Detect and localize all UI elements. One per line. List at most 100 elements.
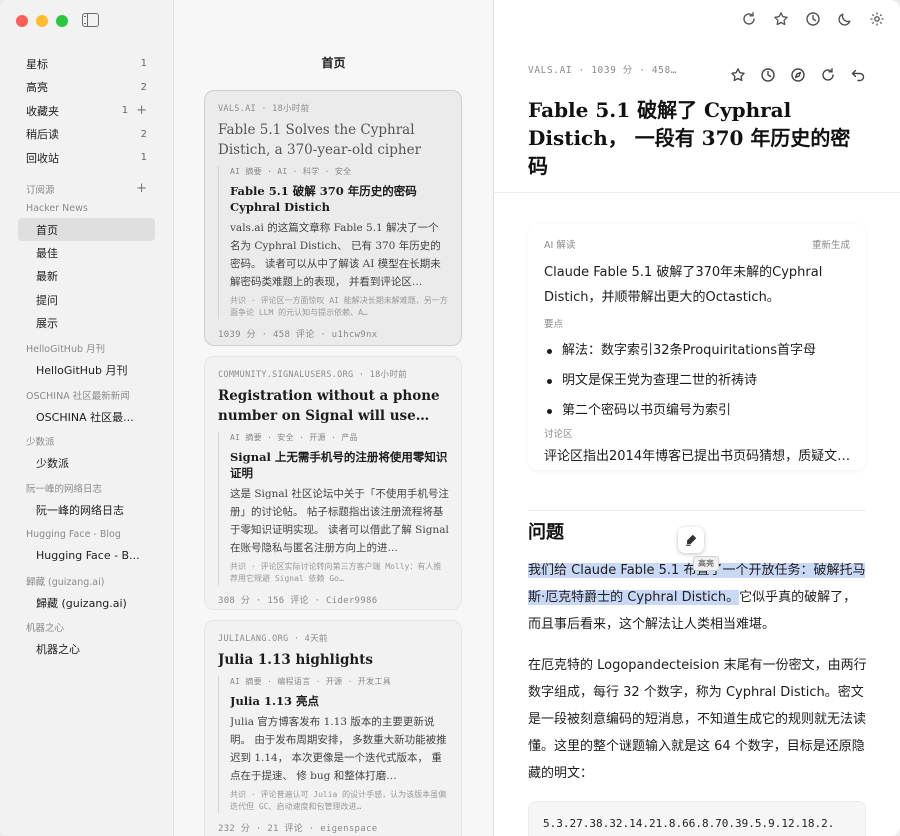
feed-item-oschina[interactable]: OSCHINA 社区最... (18, 405, 155, 428)
group-title[interactable]: Hacker News (18, 198, 155, 218)
window-toolbar (741, 11, 885, 27)
list-title: 首页 (321, 56, 346, 70)
clock-icon[interactable] (805, 11, 821, 27)
feed-item-hn-best[interactable]: 最佳 (18, 241, 155, 264)
app-window: 星标 1 高亮 2 收藏夹 1 + 稍后读 2 回收站 1 订阅源 + Hack… (0, 0, 900, 836)
feed-group-oschina: OSCHINA 社区最新新闻 OSCHINA 社区最... (18, 385, 155, 428)
ai-panel-label: AI 解读 (544, 240, 576, 251)
divider (494, 192, 900, 193)
feed-item-hn-ask[interactable]: 提问 (18, 288, 155, 311)
refresh-icon[interactable] (820, 67, 836, 83)
compass-icon[interactable] (790, 67, 806, 83)
nav-label: 收藏夹 (26, 104, 59, 118)
feed-group-ruanyifeng: 阮一峰的网络日志 阮一峰的网络日志 (18, 478, 155, 521)
card-tags: AI 摘要 · 编程语言 · 开源 · 开发工具 (230, 677, 391, 686)
nav-count: 1 (140, 58, 147, 70)
ai-comments-text: 评论区指出2014年博客已提出书页码猜想，质疑文… (544, 449, 851, 464)
article-card[interactable]: COMMUNITY.SIGNALUSERS.ORG · 18小时前 Regist… (204, 356, 462, 610)
star-icon[interactable] (773, 11, 789, 27)
feed-item-hn-new[interactable]: 最新 (18, 265, 155, 288)
group-title[interactable]: 阮一峰的网络日志 (18, 478, 155, 498)
card-stats: 1039 分 · 458 评论 · u1hcw9nx (218, 330, 378, 340)
sidebar: 星标 1 高亮 2 收藏夹 1 + 稍后读 2 回收站 1 订阅源 + Hack… (0, 0, 174, 836)
group-title[interactable]: OSCHINA 社区最新新闻 (18, 385, 155, 405)
card-comment-consensus: 共识 · 评论区实际讨论转向第三方客户端 Molly：有人推荐用它规避 Sign… (230, 562, 442, 583)
group-title[interactable]: HelloGitHub 月刊 (18, 338, 155, 358)
zoom-window-button[interactable] (56, 15, 68, 27)
nav-item-starred[interactable]: 星标 1 (18, 52, 155, 76)
highlighter-icon (686, 534, 697, 546)
add-collection-icon[interactable]: + (136, 104, 147, 117)
feed-item-hellogithub[interactable]: HelloGitHub 月刊 (18, 358, 155, 381)
clock-icon[interactable] (760, 67, 776, 83)
ai-point: 解法：数字索引32条Proquiritations首字母 (544, 336, 850, 366)
feed-group-guizang: 歸藏 (guizang.ai) 歸藏 (guizang.ai) (18, 571, 155, 614)
nav-count: 2 (140, 128, 147, 140)
nav-item-collections[interactable]: 收藏夹 1 + (18, 99, 155, 123)
article-card[interactable]: JULIALANG.ORG · 4天前 Julia 1.13 highlight… (204, 620, 462, 836)
article-meta: VALS.AI · 1039 分 · 458… (528, 65, 678, 76)
card-title: Fable 5.1 Solves the Cyphral Distich, a … (218, 122, 422, 158)
card-source: JULIALANG.ORG · 4天前 (218, 634, 328, 644)
feed-item-guizang[interactable]: 歸藏 (guizang.ai) (18, 591, 155, 614)
group-title[interactable]: 歸藏 (guizang.ai) (18, 571, 155, 591)
star-icon[interactable] (730, 67, 746, 83)
card-ai-summary: AI 摘要 · 安全 · 开源 · 产品 Signal 上无需手机号的注册将使用… (218, 432, 449, 585)
card-source: COMMUNITY.SIGNALUSERS.ORG · 18小时前 (218, 370, 407, 380)
nav-label: 回收站 (26, 151, 59, 165)
moon-icon[interactable] (837, 11, 853, 27)
section-heading: 问题 (528, 522, 564, 543)
gear-icon[interactable] (869, 11, 885, 27)
add-subscription-icon[interactable]: + (136, 182, 147, 195)
article-list: 首页 VALS.AI · 18小时前 Fable 5.1 Solves the … (175, 0, 492, 836)
close-window-button[interactable] (16, 15, 28, 27)
card-ai-title: Fable 5.1 破解 370 年历史的密码 Cyphral Distich (230, 184, 417, 214)
article-toolbar (730, 67, 866, 83)
minimize-window-button[interactable] (36, 15, 48, 27)
group-title[interactable]: 少数派 (18, 431, 155, 451)
card-title: Julia 1.13 highlights (218, 652, 374, 668)
nav-count: 2 (140, 81, 147, 93)
nav-label: 高亮 (26, 81, 48, 95)
nav-count: 1 (140, 152, 147, 164)
card-stats: 232 分 · 21 评论 · eigenspace (218, 824, 378, 834)
feed-item-ruanyifeng[interactable]: 阮一峰的网络日志 (18, 498, 155, 521)
nav-item-trash[interactable]: 回收站 1 (18, 146, 155, 170)
highlight-button[interactable] (678, 527, 704, 553)
feed-item-jiqizhixin[interactable]: 机器之心 (18, 637, 155, 660)
card-title: Registration without a phone number on S… (218, 388, 440, 424)
reader-pane: VALS.AI · 1039 分 · 458… Fable 5.1 破解了 Cy… (493, 0, 900, 836)
window-controls (16, 15, 68, 27)
article-card[interactable]: VALS.AI · 18小时前 Fable 5.1 Solves the Cyp… (204, 90, 462, 346)
ai-point: 明文是保王党为查理二世的祈祷诗 (544, 366, 850, 396)
back-arrow-icon[interactable] (850, 67, 866, 83)
feed-item-huggingface[interactable]: Hugging Face - B... (18, 544, 155, 567)
feed-group-sspai: 少数派 少数派 (18, 431, 155, 474)
feed-item-hn-show[interactable]: 展示 (18, 311, 155, 334)
feed-item-sspai[interactable]: 少数派 (18, 451, 155, 474)
card-ai-summary: AI 摘要 · 编程语言 · 开源 · 开发工具 Julia 1.13 亮点 J… (218, 676, 449, 813)
feed-item-hn-front[interactable]: 首页 (18, 218, 155, 242)
group-title[interactable]: Hugging Face - Blog (18, 524, 155, 544)
tooltip-highlight: 高亮 (693, 556, 719, 571)
ai-comments-label: 讨论区 (544, 429, 573, 440)
ai-point: 第二个密码以书页编号为索引 (544, 396, 850, 426)
group-title[interactable]: 机器之心 (18, 617, 155, 637)
nav-item-highlights[interactable]: 高亮 2 (18, 76, 155, 100)
article-paragraph: 在厄克特的 Logopandecteision 末尾有一份密文，由两行数字组成，… (528, 658, 867, 781)
nav-label: 稍后读 (26, 128, 59, 142)
card-source: VALS.AI · 18小时前 (218, 104, 310, 114)
regenerate-button[interactable]: 重新生成 (812, 237, 850, 251)
refresh-icon[interactable] (741, 11, 757, 27)
nav-item-read-later[interactable]: 稍后读 2 (18, 123, 155, 147)
code-block: 5.3.27.38.32.14.21.8.66.8.70.39.5.9.12.1… (528, 801, 866, 836)
nav-label: 星标 (26, 57, 48, 71)
sidebar-toggle-icon[interactable] (82, 13, 99, 27)
card-comment-consensus: 共识 · 评论区一方面惊叹 AI 能解决长期未解难题，另一方面争论 LLM 的元… (230, 296, 448, 317)
feed-group-jiqizhixin: 机器之心 机器之心 (18, 617, 155, 660)
ai-points-label: 要点 (544, 319, 564, 330)
card-comment-consensus: 共识 · 评论普遍认可 Julia 的设计手感，认为该版本虽偏迭代但 GC、启动… (230, 790, 447, 811)
ai-summary-text: Claude Fable 5.1 破解了370年未解的Cyphral Disti… (544, 265, 823, 305)
card-ai-title: Julia 1.13 亮点 (230, 694, 320, 708)
smart-folders: 星标 1 高亮 2 收藏夹 1 + 稍后读 2 回收站 1 订阅源 + (18, 52, 155, 199)
